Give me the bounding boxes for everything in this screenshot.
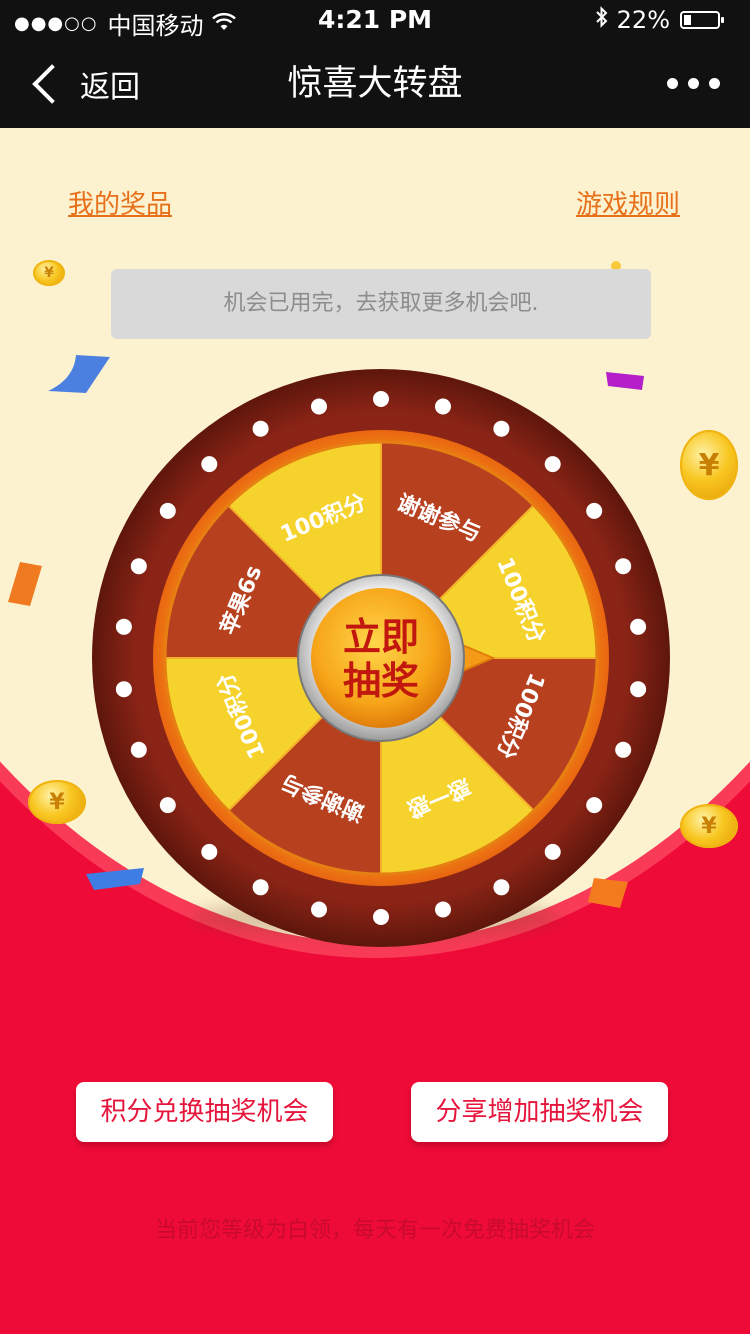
spin-label-line2[interactable]: 抽奖 <box>343 659 419 703</box>
coin-icon: ¥ <box>680 804 738 848</box>
more-dot-icon <box>688 78 699 89</box>
rim-light-dot <box>115 681 132 698</box>
rim-light-dot <box>115 618 132 635</box>
coin-icon: ¥ <box>33 260 65 286</box>
battery-level <box>684 15 691 25</box>
coin-icon: ¥ <box>680 430 738 500</box>
rim-light-dot <box>586 797 603 814</box>
more-menu-button[interactable] <box>657 78 720 89</box>
rim-light-dot <box>493 879 510 896</box>
rim-light-dot <box>252 420 269 437</box>
yen-icon: ¥ <box>698 447 720 483</box>
battery-tip <box>721 17 724 23</box>
rim-light-dot <box>615 741 632 758</box>
rim-light-dot <box>311 398 327 415</box>
yen-icon: ¥ <box>701 813 717 839</box>
rim-light-dot <box>435 398 451 415</box>
prize-wheel-graphic: 谢谢参与100积分100积分惑一惑谢谢参与100积分苹果6s100积分 立即 抽… <box>92 369 670 947</box>
rim-light-dot <box>159 797 176 814</box>
share-chance-button[interactable]: 分享增加抽奖机会 <box>411 1082 668 1142</box>
prize-wheel: 谢谢参与 100积分 100积分 惑一惑 谢谢参与 100积分 苹果6s 100积分 立即 抽… <box>91 368 671 948</box>
spin-label-line1[interactable]: 立即 <box>343 615 419 659</box>
rim-light-dot <box>615 558 632 575</box>
game-rules-link[interactable]: 游戏规则 <box>576 184 680 221</box>
rim-light-dot <box>130 558 147 575</box>
rim-light-dot <box>159 502 176 519</box>
coin-icon: ¥ <box>28 780 86 824</box>
bluetooth-icon <box>595 6 609 34</box>
battery-icon <box>680 11 724 29</box>
status-bar: ●●●○○ 中国移动 4:21 PM 22% <box>0 0 750 40</box>
rim-light-dot <box>544 456 561 473</box>
rim-light-dot <box>373 909 389 925</box>
rim-light-dot <box>544 843 561 860</box>
battery-percent: 22% <box>616 6 670 34</box>
chance-notice: 机会已用完，去获取更多机会吧. <box>111 269 651 339</box>
more-dot-icon <box>667 78 678 89</box>
rim-light-dot <box>586 502 603 519</box>
more-dot-icon <box>709 78 720 89</box>
yen-icon: ¥ <box>49 789 65 815</box>
rim-light-dot <box>373 391 389 407</box>
rim-light-dot <box>435 901 451 918</box>
rim-light-dot <box>201 456 218 473</box>
rim-light-dot <box>630 618 647 635</box>
rim-light-dot <box>252 879 269 896</box>
rim-light-dot <box>630 681 647 698</box>
rim-light-dot <box>130 741 147 758</box>
yen-icon: ¥ <box>44 265 54 281</box>
rim-light-dot <box>201 843 218 860</box>
my-prizes-link[interactable]: 我的奖品 <box>68 184 172 221</box>
rim-light-dot <box>493 420 510 437</box>
lottery-stage: ¥ ¥ ¥ ¥ 我的奖品 游戏规则 机会已用完，去获取更多机会吧. 谢谢参与 1… <box>0 128 750 1334</box>
rim-light-dot <box>311 901 327 918</box>
level-footnote: 当前您等级为白领，每天有一次免费抽奖机会 <box>154 1218 595 1243</box>
exchange-points-button[interactable]: 积分兑换抽奖机会 <box>76 1082 333 1142</box>
status-right: 22% <box>595 6 724 34</box>
page-title: 惊喜大转盘 <box>287 64 463 104</box>
confetti-orange-icon <box>8 562 42 606</box>
nav-bar: 返回 惊喜大转盘 <box>0 40 750 128</box>
